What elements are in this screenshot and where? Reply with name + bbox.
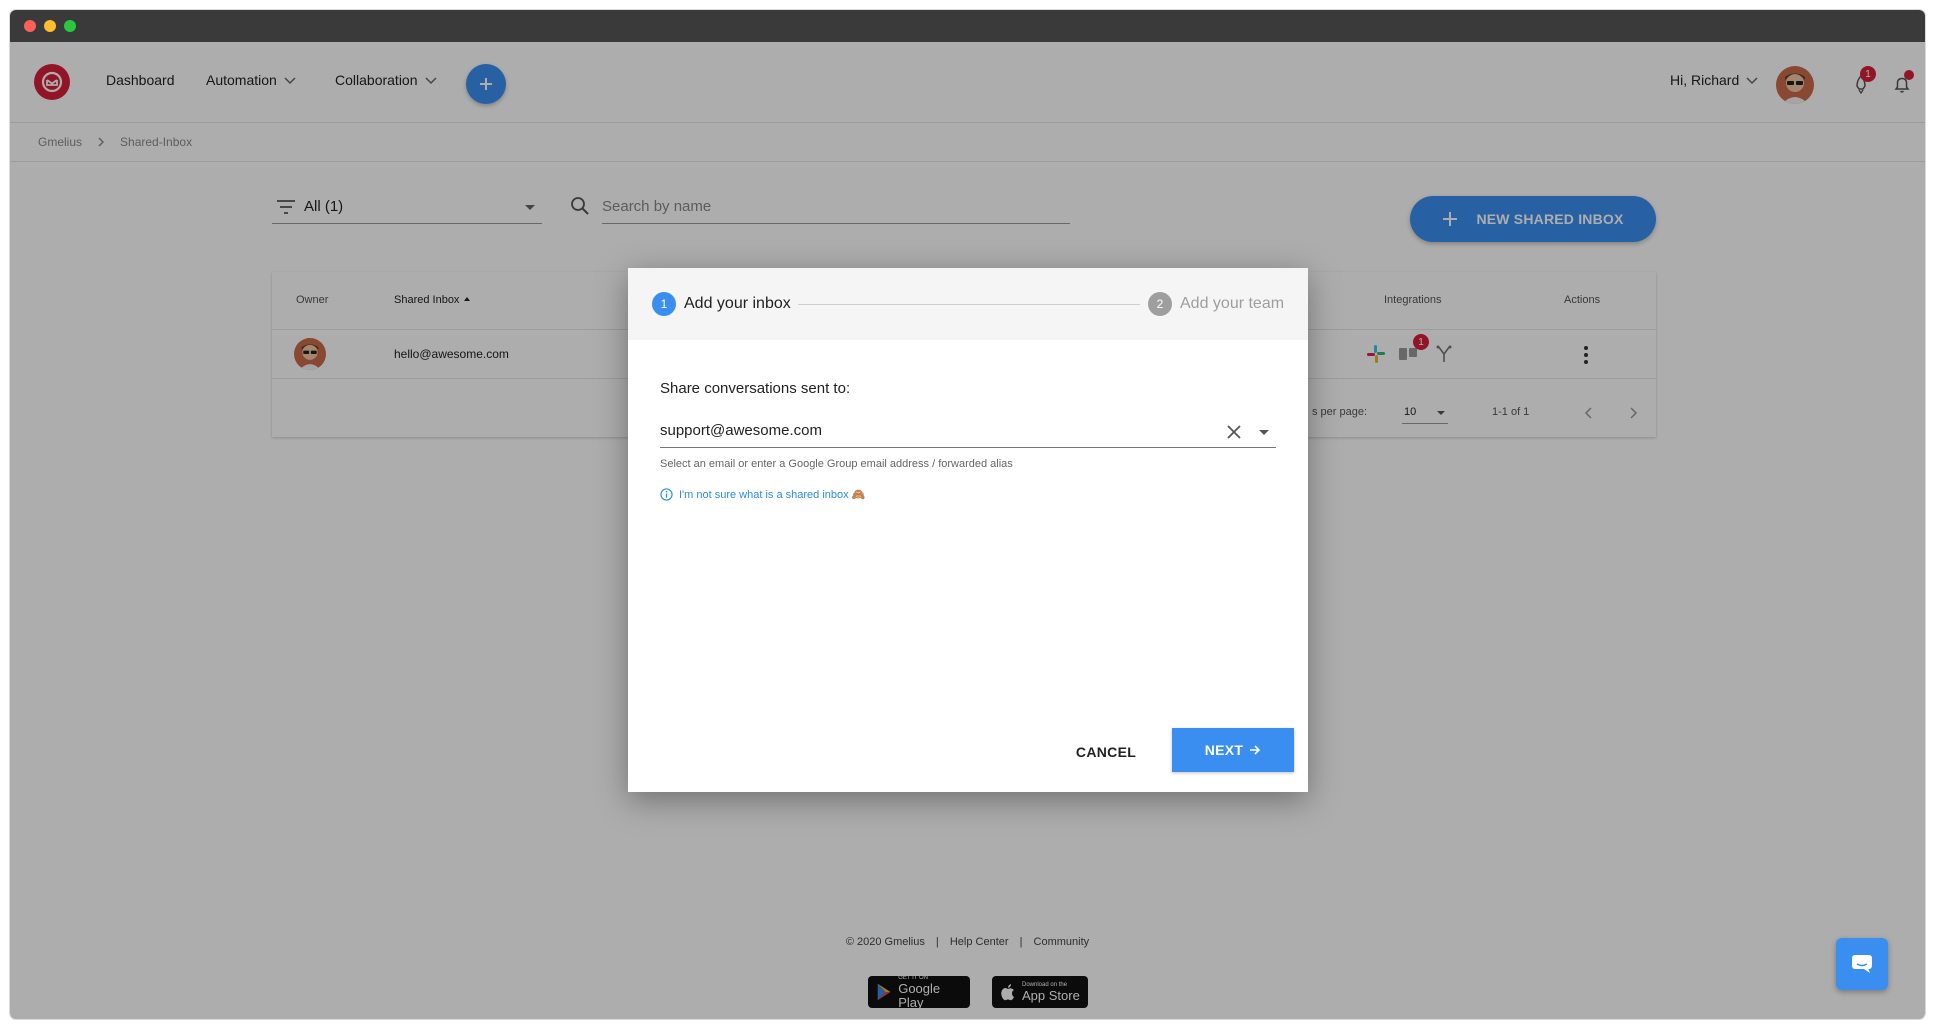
minimize-window-button[interactable]	[44, 20, 56, 32]
next-label: NEXT	[1204, 742, 1244, 758]
next-button[interactable]: NEXT	[1172, 728, 1294, 772]
cancel-button[interactable]: CANCEL	[1056, 730, 1156, 774]
info-icon	[660, 488, 673, 501]
chat-widget-button[interactable]	[1836, 938, 1888, 990]
dropdown-arrow-icon[interactable]	[1258, 429, 1270, 437]
app-content: Dashboard Automation Collaboration Hi, R…	[10, 42, 1925, 1019]
add-shared-inbox-dialog: 1 Add your inbox 2 Add your team Share c…	[628, 268, 1308, 792]
step-2-circle: 2	[1148, 292, 1172, 316]
stepper-connector	[798, 304, 1140, 305]
email-value: support@awesome.com	[660, 422, 822, 439]
app-window: Dashboard Automation Collaboration Hi, R…	[10, 10, 1925, 1019]
chat-icon	[1852, 955, 1872, 973]
clear-icon[interactable]	[1226, 424, 1242, 440]
step-1-circle: 1	[652, 292, 676, 316]
title-bar	[10, 10, 1925, 42]
share-prompt: Share conversations sent to:	[660, 380, 851, 397]
cancel-label: CANCEL	[1075, 744, 1137, 760]
close-window-button[interactable]	[24, 20, 36, 32]
maximize-window-button[interactable]	[64, 20, 76, 32]
stepper: 1 Add your inbox 2 Add your team	[628, 268, 1308, 340]
email-helper-text: Select an email or enter a Google Group …	[660, 458, 1013, 470]
step-2-label: Add your team	[1180, 295, 1285, 312]
email-select-field[interactable]: support@awesome.com	[660, 416, 1276, 448]
shared-inbox-help-text: I'm not sure what is a shared inbox 🙈	[679, 489, 866, 501]
step-1-label: Add your inbox	[684, 295, 791, 312]
arrow-right-icon	[1250, 745, 1261, 755]
shared-inbox-help-link[interactable]: I'm not sure what is a shared inbox 🙈	[660, 488, 865, 501]
